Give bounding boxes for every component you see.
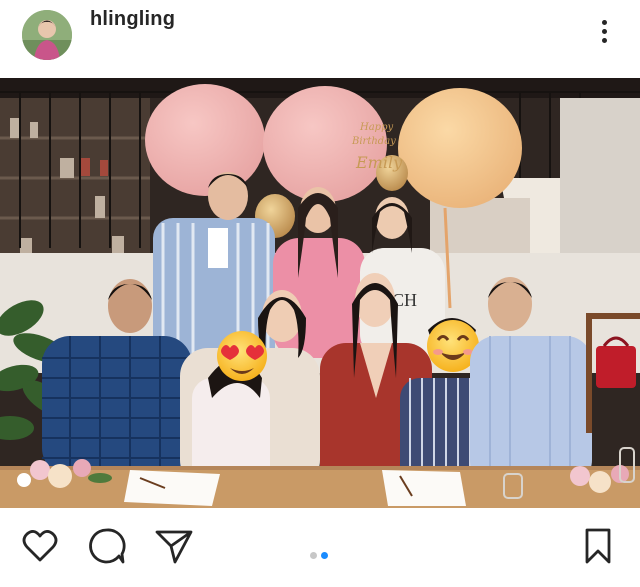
username[interactable]: hlingling <box>90 8 175 31</box>
avatar[interactable] <box>22 10 72 60</box>
more-options-icon[interactable] <box>596 20 612 50</box>
balloon-text-3: Emily <box>355 153 403 172</box>
balloon-text-1: Happy <box>359 122 393 133</box>
carousel-indicator <box>308 546 330 564</box>
paper-plane-icon[interactable] <box>154 526 194 566</box>
bookmark-icon[interactable] <box>578 526 618 566</box>
post-actions-bar <box>0 508 640 587</box>
comment-icon[interactable] <box>87 526 127 566</box>
carousel-dot-active <box>321 552 328 559</box>
balloon-text-2: Birthday <box>351 136 396 147</box>
post-photo[interactable]: Happy Birthday Emily CH <box>0 78 640 508</box>
avatar-image <box>22 10 72 60</box>
carousel-dot-inactive <box>310 552 317 559</box>
post-header: hlingling <box>0 0 640 78</box>
group-photo: Happy Birthday Emily CH <box>0 78 640 508</box>
heart-icon[interactable] <box>20 526 60 566</box>
